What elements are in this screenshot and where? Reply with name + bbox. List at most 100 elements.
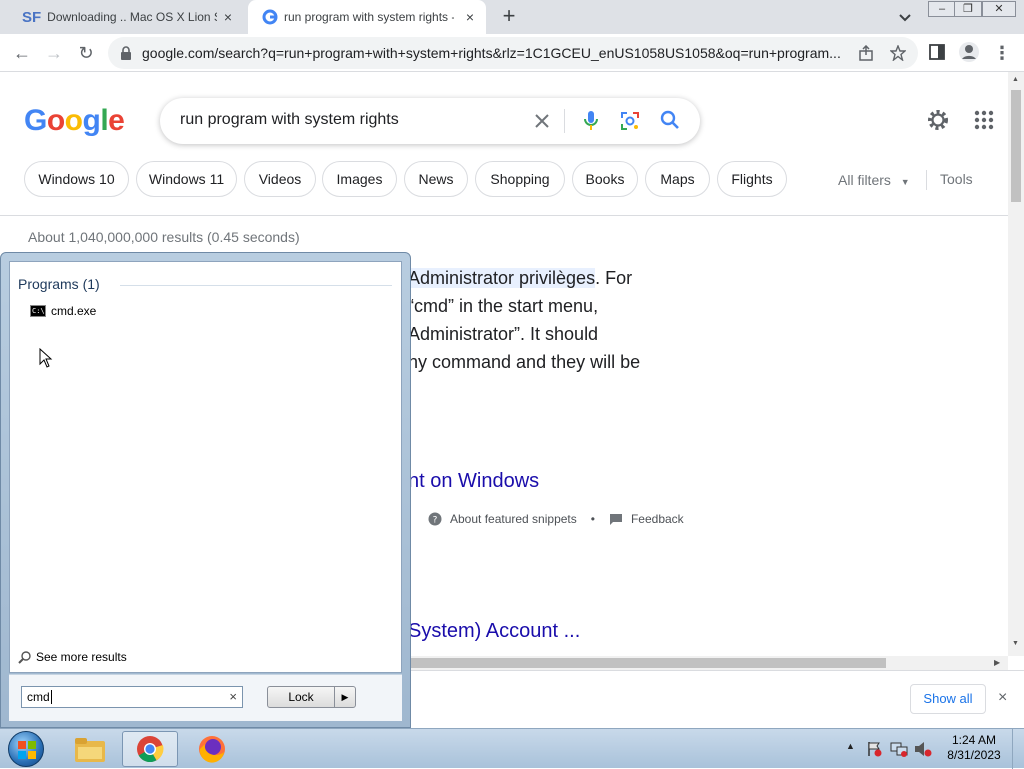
apps-grid-icon[interactable] (974, 110, 994, 130)
programs-header: Programs (1) (18, 276, 100, 292)
start-menu-footer: cmd × Lock ▶ (9, 675, 402, 721)
snippet-line: Administrator privilèges. For (408, 268, 632, 289)
sourceforge-icon: SF (22, 8, 42, 26)
settings-gear-icon[interactable] (926, 108, 950, 132)
taskbar-chrome[interactable] (122, 731, 178, 767)
profile-icon[interactable] (958, 41, 980, 63)
reload-button[interactable]: ↻ (74, 41, 98, 65)
start-button[interactable] (8, 731, 44, 767)
show-all-button[interactable]: Show all (910, 684, 986, 714)
forward-button[interactable]: → (42, 41, 66, 65)
chip-windows-10[interactable]: Windows 10 (24, 161, 129, 197)
tab-downloading[interactable]: SF Downloading .. Mac OS X Lion Sk × (8, 0, 244, 34)
chip-books[interactable]: Books (572, 161, 638, 197)
close-downloads-icon[interactable]: × (998, 689, 1007, 707)
see-more-results-link[interactable]: See more results (18, 650, 127, 664)
bullet-separator: • (590, 512, 595, 526)
firefox-icon (199, 736, 225, 763)
snippet-line: Administrator”. It should (408, 324, 598, 345)
divider (120, 285, 392, 286)
volume-muted-icon[interactable] (914, 741, 932, 757)
minimize-button[interactable]: – (928, 1, 956, 17)
chrome-icon (137, 736, 164, 763)
lock-icon[interactable] (120, 46, 132, 60)
help-circle-icon: ? (428, 512, 442, 526)
scroll-down-arrow-icon[interactable]: ▼ (1012, 640, 1019, 647)
back-button[interactable]: ← (10, 41, 34, 65)
chip-windows-11[interactable]: Windows 11 (136, 161, 237, 197)
clock-time: 1:24 AM (951, 733, 997, 747)
program-result-cmd[interactable]: C:\ cmd.exe (30, 304, 96, 318)
taskbar: ▲ 1:24 AM 8/31/2023 (0, 728, 1024, 769)
start-search-input[interactable]: cmd × (21, 686, 243, 708)
close-tab-icon[interactable]: × (462, 9, 478, 25)
svg-text:?: ? (433, 516, 438, 526)
lens-icon[interactable] (620, 111, 640, 131)
url-text[interactable]: google.com/search?q=run+program+with+sys… (142, 45, 842, 61)
all-filters-dropdown[interactable]: All filters ▼ (838, 172, 910, 188)
divider (564, 109, 565, 133)
snippet-text: “cmd” in the start menu, (408, 296, 599, 316)
feedback-icon (609, 514, 622, 525)
folder-icon (75, 738, 105, 762)
shutdown-options-arrow-icon[interactable]: ▶ (334, 686, 356, 708)
vertical-scrollbar[interactable]: ▲ ▼ (1008, 72, 1024, 656)
feedback-link[interactable]: Feedback (631, 512, 684, 526)
windows-logo-icon (18, 741, 36, 759)
lock-button[interactable]: Lock (267, 686, 335, 708)
snippet-line: “cmd” in the start menu, (408, 296, 598, 317)
snippet-line: ny command and they will be (408, 352, 640, 373)
new-tab-button[interactable]: + (498, 5, 520, 28)
address-bar[interactable]: google.com/search?q=run+program+with+sys… (108, 37, 918, 69)
tab-strip: SF Downloading .. Mac OS X Lion Sk × run… (0, 0, 1024, 34)
clear-search-icon[interactable]: × (229, 689, 237, 704)
tab-title: Downloading .. Mac OS X Lion Sk (47, 10, 218, 24)
network-icon[interactable] (890, 741, 908, 757)
maximize-button[interactable]: ❐ (954, 1, 982, 17)
show-hidden-icons-arrow-icon[interactable]: ▲ (846, 741, 855, 751)
side-panel-icon[interactable] (929, 44, 945, 60)
show-desktop-button[interactable] (1012, 729, 1024, 769)
chevron-down-icon[interactable] (896, 8, 914, 26)
chip-images[interactable]: Images (322, 161, 397, 197)
scroll-up-arrow-icon[interactable]: ▲ (1012, 76, 1019, 83)
share-icon[interactable] (858, 45, 874, 61)
result-link-title[interactable]: System) Account ... (408, 620, 580, 643)
caret-down-icon: ▼ (900, 177, 910, 187)
snippet-text: ny command and they will be (408, 352, 641, 372)
chip-flights[interactable]: Flights (717, 161, 787, 197)
chip-shopping[interactable]: Shopping (475, 161, 565, 197)
tools-button[interactable]: Tools (940, 171, 973, 187)
search-box[interactable]: run program with system rights (160, 98, 700, 144)
clock-date: 8/31/2023 (947, 748, 1001, 762)
browser-toolbar: ← → ↻ google.com/search?q=run+program+wi… (0, 34, 1024, 72)
chrome-menu-icon[interactable]: ⋮ (990, 41, 1014, 65)
chip-maps[interactable]: Maps (645, 161, 710, 197)
clock[interactable]: 1:24 AM 8/31/2023 (944, 733, 1004, 763)
chip-videos[interactable]: Videos (244, 161, 316, 197)
tab-google-search[interactable]: run program with system rights - × (248, 0, 486, 34)
google-logo[interactable]: Google (24, 104, 125, 138)
clear-icon[interactable] (534, 113, 550, 129)
star-icon[interactable] (890, 45, 906, 61)
horizontal-scrollbar[interactable]: ▶ (400, 656, 1008, 670)
snippet-highlight: Administrator privilèges (408, 268, 596, 288)
close-tab-icon[interactable]: × (220, 9, 236, 25)
scrollbar-thumb[interactable] (410, 658, 886, 668)
divider (926, 170, 927, 190)
scrollbar-thumb[interactable] (1011, 90, 1021, 202)
action-center-flag-icon[interactable] (866, 741, 882, 757)
scroll-right-arrow-icon[interactable]: ▶ (994, 658, 1000, 667)
about-featured-snippets-link[interactable]: About featured snippets (450, 512, 577, 526)
magnifier-icon (18, 651, 31, 664)
close-window-button[interactable]: ✕ (982, 1, 1016, 17)
taskbar-explorer[interactable] (62, 731, 118, 767)
taskbar-firefox[interactable] (184, 731, 240, 767)
chip-news[interactable]: News (404, 161, 468, 197)
search-input[interactable]: run program with system rights (180, 111, 399, 129)
snippet-text: . For (595, 268, 633, 288)
search-icon[interactable] (660, 110, 680, 130)
command-prompt-icon: C:\ (30, 305, 46, 317)
microphone-icon[interactable] (584, 110, 598, 132)
result-link-title[interactable]: nt on Windows (408, 470, 539, 493)
